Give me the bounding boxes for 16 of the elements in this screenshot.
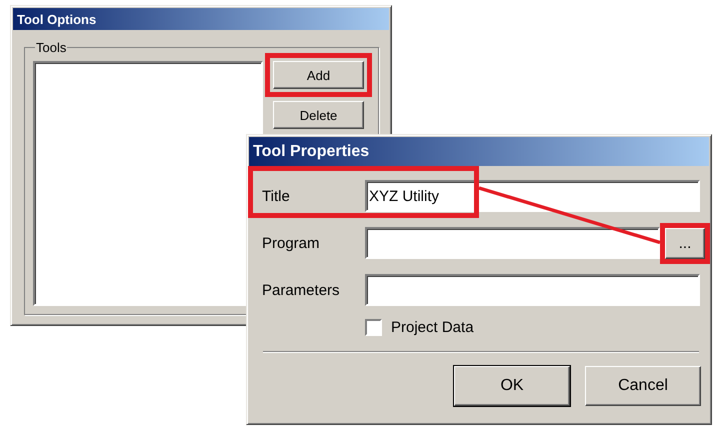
field-label: Program [262,234,321,252]
field-label: Title [262,188,291,204]
group-label: Tools [35,40,68,55]
text-field[interactable] [365,227,660,259]
dialog-button[interactable]: Cancel [585,366,701,406]
dialog-button[interactable]: OK [454,366,570,406]
window-title: Tool Options [13,8,389,30]
checkbox-label: Project Data [391,319,474,336]
text-field[interactable] [365,274,700,306]
window-title: Tool Properties [249,137,709,166]
tool-button[interactable]: Delete [273,101,364,129]
checkbox[interactable] [365,319,382,336]
browse-button[interactable]: ... [665,228,705,258]
text-field[interactable]: XYZ Utility [365,180,700,212]
tool-button[interactable]: Add [273,61,364,89]
field-label: Parameters [262,282,341,298]
